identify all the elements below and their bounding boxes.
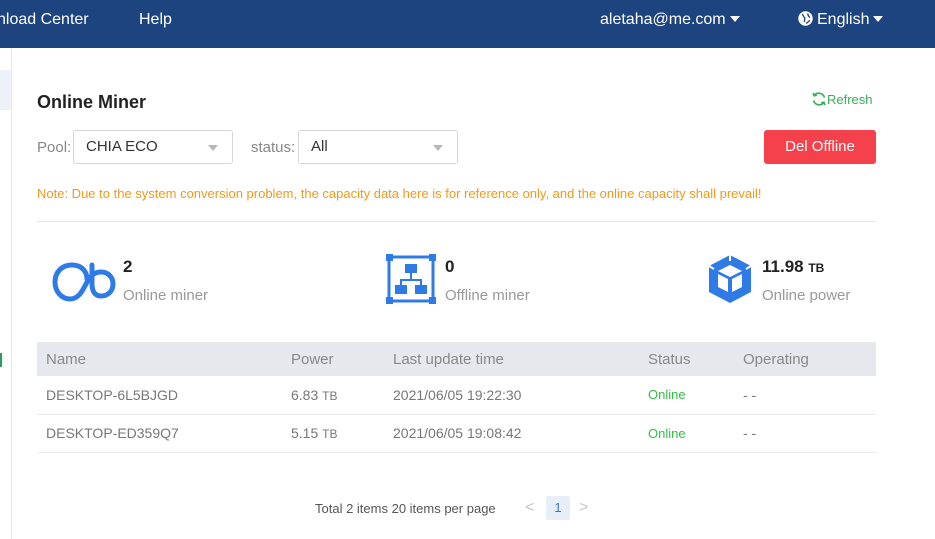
online-power-number: 11.98 (762, 257, 804, 276)
del-offline-button[interactable]: Del Offline (764, 130, 876, 164)
page-title: Online Miner (37, 92, 147, 112)
miner-name: DESKTOP-ED359Q7 (37, 414, 282, 453)
cube-icon (708, 255, 752, 303)
offline-miner-count: 0 (445, 257, 455, 276)
nav-help[interactable]: Help (139, 11, 172, 29)
chevron-down-icon (208, 145, 218, 151)
miner-last-update: 2021/06/05 19:22:30 (384, 376, 639, 415)
status-select[interactable]: All (298, 130, 458, 164)
divider (37, 221, 876, 222)
chevron-down-icon (873, 15, 884, 22)
pool-label: Pool: (37, 139, 72, 156)
sidebar (0, 48, 12, 539)
account-email: aletaha@me.com (600, 11, 726, 28)
sidebar-item-marker (0, 353, 2, 367)
next-page-button[interactable]: > (579, 499, 588, 517)
status-select-value: All (311, 138, 328, 155)
miner-last-update: 2021/06/05 19:08:42 (384, 414, 639, 453)
online-miner-label: Online miner (123, 287, 209, 304)
refresh-button[interactable]: Refresh (811, 92, 873, 107)
column-header-last-update: Last update time (384, 342, 639, 376)
status-label: status: (251, 139, 296, 156)
sidebar-item-selected[interactable] (0, 70, 11, 110)
table-row: DESKTOP-ED359Q7 5.15 TB 2021/06/05 19:08… (37, 414, 876, 453)
miner-power: 5.15 TB (282, 414, 384, 453)
online-power-value: 11.98 TB (762, 257, 824, 277)
pool-select[interactable]: CHIA ECO (73, 130, 233, 164)
globe-icon (798, 11, 813, 26)
page-number-button[interactable]: 1 (546, 496, 570, 520)
table-header-row: Name Power Last update time Status Opera… (37, 342, 876, 376)
table-row: DESKTOP-6L5BJGD 6.83 TB 2021/06/05 19:22… (37, 376, 876, 415)
language-menu[interactable]: English (797, 11, 884, 29)
online-miner-count: 2 (123, 257, 133, 276)
refresh-icon (812, 92, 826, 106)
column-header-power: Power (282, 342, 384, 376)
column-header-operating: Operating (734, 342, 876, 376)
miner-name: DESKTOP-6L5BJGD (37, 376, 282, 415)
pagination-summary: Total 2 items 20 items per page (315, 501, 496, 516)
miner-power-value: 5.15 (291, 425, 319, 441)
miner-table: Name Power Last update time Status Opera… (37, 342, 876, 453)
miner-status: Online (639, 414, 734, 453)
miner-power-value: 6.83 (291, 386, 319, 403)
miner-power-unit: TB (322, 427, 338, 441)
online-power-label: Online power (762, 287, 851, 304)
chevron-down-icon (729, 15, 740, 22)
miner-power-unit: TB (322, 388, 338, 403)
account-menu[interactable]: aletaha@me.com (600, 11, 740, 29)
language-label: English (817, 11, 870, 28)
online-miner-icon (52, 262, 116, 302)
miner-status: Online (639, 376, 734, 415)
miner-operating: - - (734, 376, 876, 415)
prev-page-button[interactable]: < (525, 499, 534, 517)
online-power-unit: TB (808, 261, 825, 275)
pool-select-value: CHIA ECO (86, 138, 158, 155)
top-navigation-bar: nload Center Help aletaha@me.com English (0, 0, 935, 48)
miner-power: 6.83 TB (282, 376, 384, 415)
offline-miner-label: Offline miner (445, 287, 530, 304)
nav-download-center[interactable]: nload Center (0, 11, 89, 29)
chevron-down-icon (433, 145, 443, 151)
column-header-name: Name (37, 342, 282, 376)
network-icon (386, 254, 436, 304)
miner-operating: - - (734, 414, 876, 453)
refresh-label: Refresh (827, 92, 873, 107)
column-header-status: Status (639, 342, 734, 376)
capacity-note: Note: Due to the system conversion probl… (37, 186, 762, 201)
